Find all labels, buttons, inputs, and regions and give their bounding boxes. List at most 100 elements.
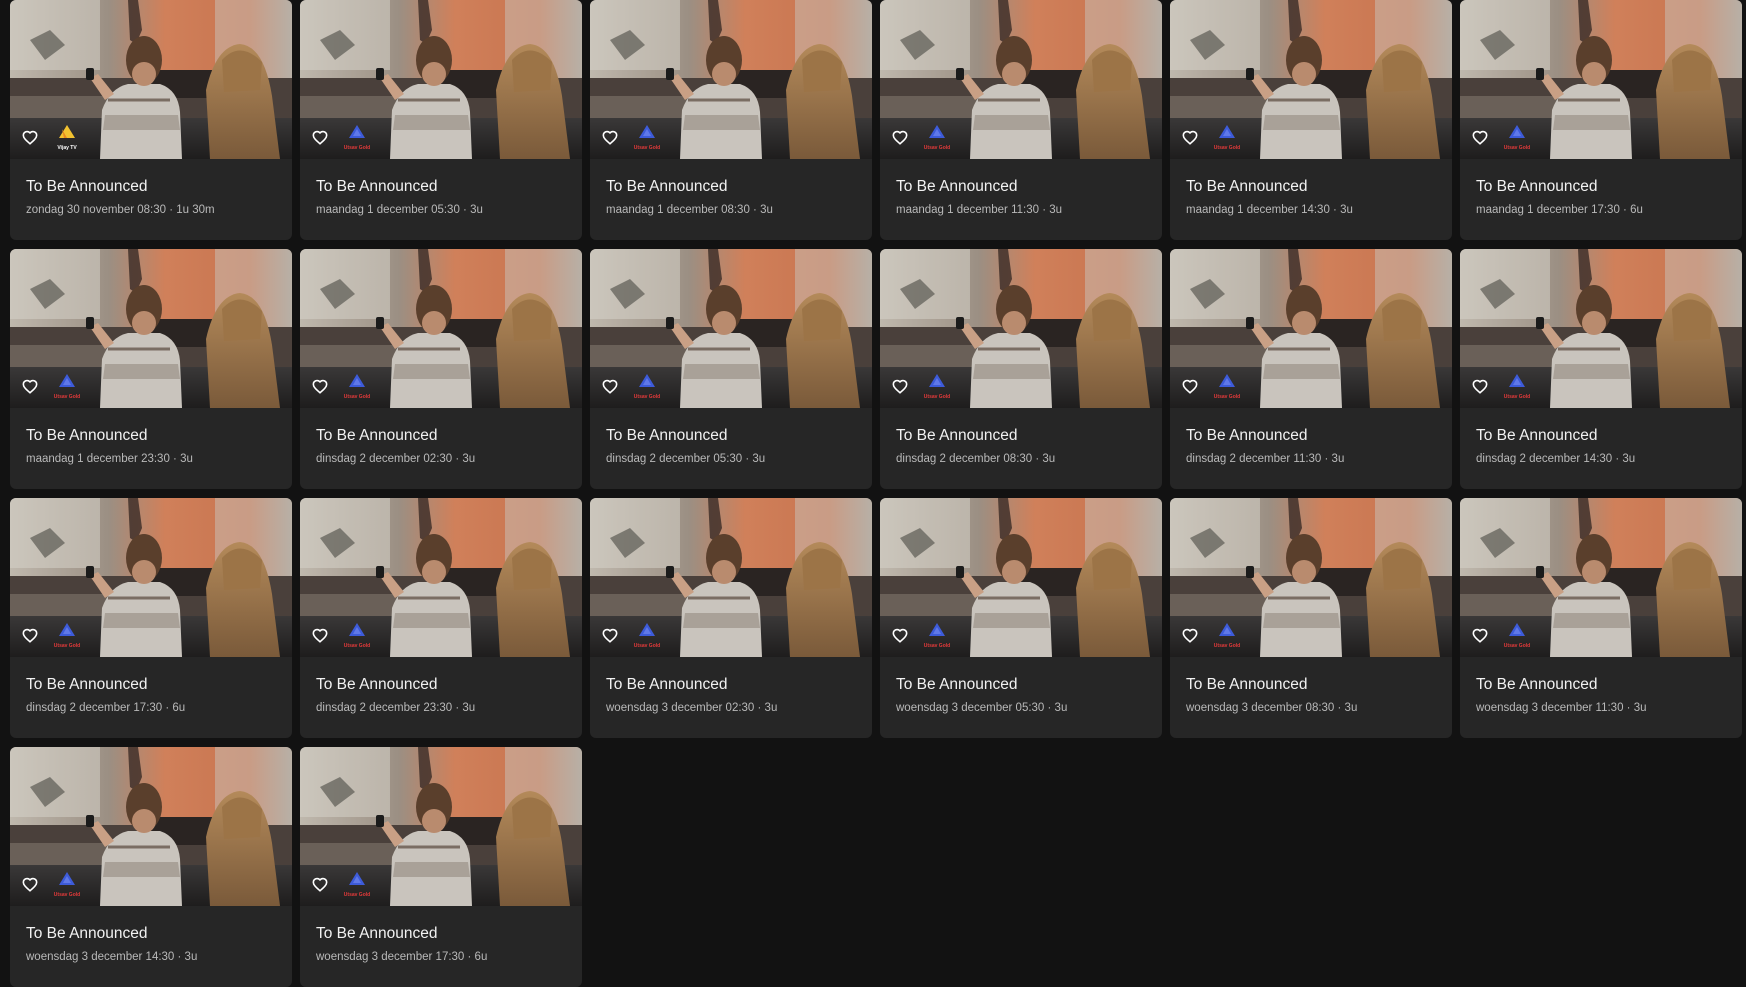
heart-outline-icon (22, 628, 38, 643)
program-info: To Be Announced zondag 30 november 08:30… (10, 178, 292, 217)
program-thumbnail: Utsav Gold (880, 249, 1162, 408)
program-card[interactable]: Utsav Gold To Be Announced maandag 1 dec… (1460, 0, 1742, 240)
favorite-button[interactable] (890, 127, 910, 147)
program-thumbnail: Utsav Gold (1170, 498, 1452, 657)
program-card[interactable]: Utsav Gold To Be Announced woensdag 3 de… (880, 498, 1162, 738)
program-card[interactable]: Utsav Gold To Be Announced woensdag 3 de… (1460, 498, 1742, 738)
heart-outline-icon (312, 130, 328, 145)
heart-outline-icon (312, 379, 328, 394)
utsav-gold-triangle-logo (639, 623, 655, 636)
favorite-button[interactable] (310, 127, 330, 147)
channel-logo-text: Utsav Gold (53, 892, 81, 898)
program-card[interactable]: Utsav Gold To Be Announced dinsdag 2 dec… (300, 498, 582, 738)
utsav-gold-triangle-logo (1509, 374, 1525, 387)
channel-logo-text: Utsav Gold (53, 394, 81, 400)
program-card[interactable]: Utsav Gold To Be Announced dinsdag 2 dec… (10, 498, 292, 738)
program-time: dinsdag 2 december 05:30 · 3u (606, 453, 766, 465)
utsav-gold-triangle-logo (929, 623, 945, 636)
favorite-button[interactable] (600, 127, 620, 147)
channel-logo-text: Utsav Gold (923, 643, 951, 649)
program-info: To Be Announced dinsdag 2 december 11:30… (1170, 427, 1452, 466)
heart-outline-icon (602, 628, 618, 643)
program-title: To Be Announced (316, 925, 438, 942)
program-card[interactable]: Utsav Gold To Be Announced maandag 1 dec… (880, 0, 1162, 240)
favorite-button[interactable] (1470, 625, 1490, 645)
program-card[interactable]: Utsav Gold To Be Announced woensdag 3 de… (10, 747, 292, 987)
heart-outline-icon (22, 130, 38, 145)
favorite-button[interactable] (310, 874, 330, 894)
favorite-button[interactable] (600, 376, 620, 396)
channel-logo-text: Utsav Gold (1213, 394, 1241, 400)
program-thumbnail: Utsav Gold (1170, 249, 1452, 408)
channel-logo: Utsav Gold (920, 125, 954, 151)
heart-outline-icon (312, 877, 328, 892)
favorite-button[interactable] (890, 376, 910, 396)
program-card[interactable]: Utsav Gold To Be Announced dinsdag 2 dec… (880, 249, 1162, 489)
program-card[interactable]: Utsav Gold To Be Announced woensdag 3 de… (300, 747, 582, 987)
heart-outline-icon (1472, 628, 1488, 643)
channel-logo: Utsav Gold (50, 374, 84, 400)
program-card[interactable]: Utsav Gold To Be Announced dinsdag 2 dec… (300, 249, 582, 489)
channel-logo-text: Utsav Gold (343, 892, 371, 898)
favorite-button[interactable] (890, 625, 910, 645)
channel-logo: Utsav Gold (340, 872, 374, 898)
program-title: To Be Announced (316, 676, 438, 693)
channel-logo-text: Utsav Gold (633, 394, 661, 400)
program-time: maandag 1 december 23:30 · 3u (26, 453, 193, 465)
program-title: To Be Announced (896, 427, 1018, 444)
program-info: To Be Announced dinsdag 2 december 23:30… (300, 676, 582, 715)
favorite-button[interactable] (1180, 127, 1200, 147)
program-title: To Be Announced (896, 676, 1018, 693)
program-title: To Be Announced (1186, 427, 1308, 444)
favorite-button[interactable] (1180, 625, 1200, 645)
favorite-button[interactable] (20, 874, 40, 894)
utsav-gold-triangle-logo (349, 374, 365, 387)
program-card[interactable]: Utsav Gold To Be Announced maandag 1 dec… (590, 0, 872, 240)
program-card[interactable]: Utsav Gold To Be Announced dinsdag 2 dec… (1460, 249, 1742, 489)
program-card[interactable]: Utsav Gold To Be Announced dinsdag 2 dec… (1170, 249, 1452, 489)
program-card[interactable]: Utsav Gold To Be Announced woensdag 3 de… (1170, 498, 1452, 738)
channel-logo: Utsav Gold (920, 623, 954, 649)
favorite-button[interactable] (1180, 376, 1200, 396)
program-info: To Be Announced maandag 1 december 11:30… (880, 178, 1162, 217)
utsav-gold-triangle-logo (929, 374, 945, 387)
favorite-button[interactable] (20, 376, 40, 396)
heart-outline-icon (602, 379, 618, 394)
program-thumbnail: Utsav Gold (880, 0, 1162, 159)
program-thumbnail: Utsav Gold (300, 747, 582, 906)
program-time: dinsdag 2 december 08:30 · 3u (896, 453, 1056, 465)
utsav-gold-triangle-logo (59, 374, 75, 387)
program-card[interactable]: Utsav Gold To Be Announced woensdag 3 de… (590, 498, 872, 738)
heart-outline-icon (312, 628, 328, 643)
program-info: To Be Announced dinsdag 2 december 02:30… (300, 427, 582, 466)
program-time: dinsdag 2 december 23:30 · 3u (316, 702, 476, 714)
channel-logo: Utsav Gold (340, 374, 374, 400)
program-time: woensdag 3 december 02:30 · 3u (606, 702, 778, 714)
program-card[interactable]: Utsav Gold To Be Announced maandag 1 dec… (10, 249, 292, 489)
utsav-gold-triangle-logo (639, 374, 655, 387)
channel-logo-text: Utsav Gold (633, 145, 661, 151)
program-time: dinsdag 2 december 02:30 · 3u (316, 453, 476, 465)
program-card[interactable]: Vijay TV To Be Announced zondag 30 novem… (10, 0, 292, 240)
favorite-button[interactable] (20, 127, 40, 147)
program-card[interactable]: Utsav Gold To Be Announced maandag 1 dec… (300, 0, 582, 240)
channel-logo: Utsav Gold (1210, 125, 1244, 151)
favorite-button[interactable] (310, 376, 330, 396)
utsav-gold-triangle-logo (349, 872, 365, 885)
program-info: To Be Announced dinsdag 2 december 05:30… (590, 427, 872, 466)
channel-logo: Utsav Gold (1210, 374, 1244, 400)
program-card[interactable]: Utsav Gold To Be Announced dinsdag 2 dec… (590, 249, 872, 489)
heart-outline-icon (892, 130, 908, 145)
favorite-button[interactable] (1470, 127, 1490, 147)
favorite-button[interactable] (1470, 376, 1490, 396)
program-title: To Be Announced (1476, 676, 1598, 693)
program-thumbnail: Utsav Gold (1460, 249, 1742, 408)
heart-outline-icon (1472, 379, 1488, 394)
heart-outline-icon (1182, 130, 1198, 145)
program-card[interactable]: Utsav Gold To Be Announced maandag 1 dec… (1170, 0, 1452, 240)
favorite-button[interactable] (600, 625, 620, 645)
favorite-button[interactable] (310, 625, 330, 645)
favorite-button[interactable] (20, 625, 40, 645)
utsav-gold-triangle-logo (639, 125, 655, 138)
channel-logo-text: Utsav Gold (1503, 145, 1531, 151)
